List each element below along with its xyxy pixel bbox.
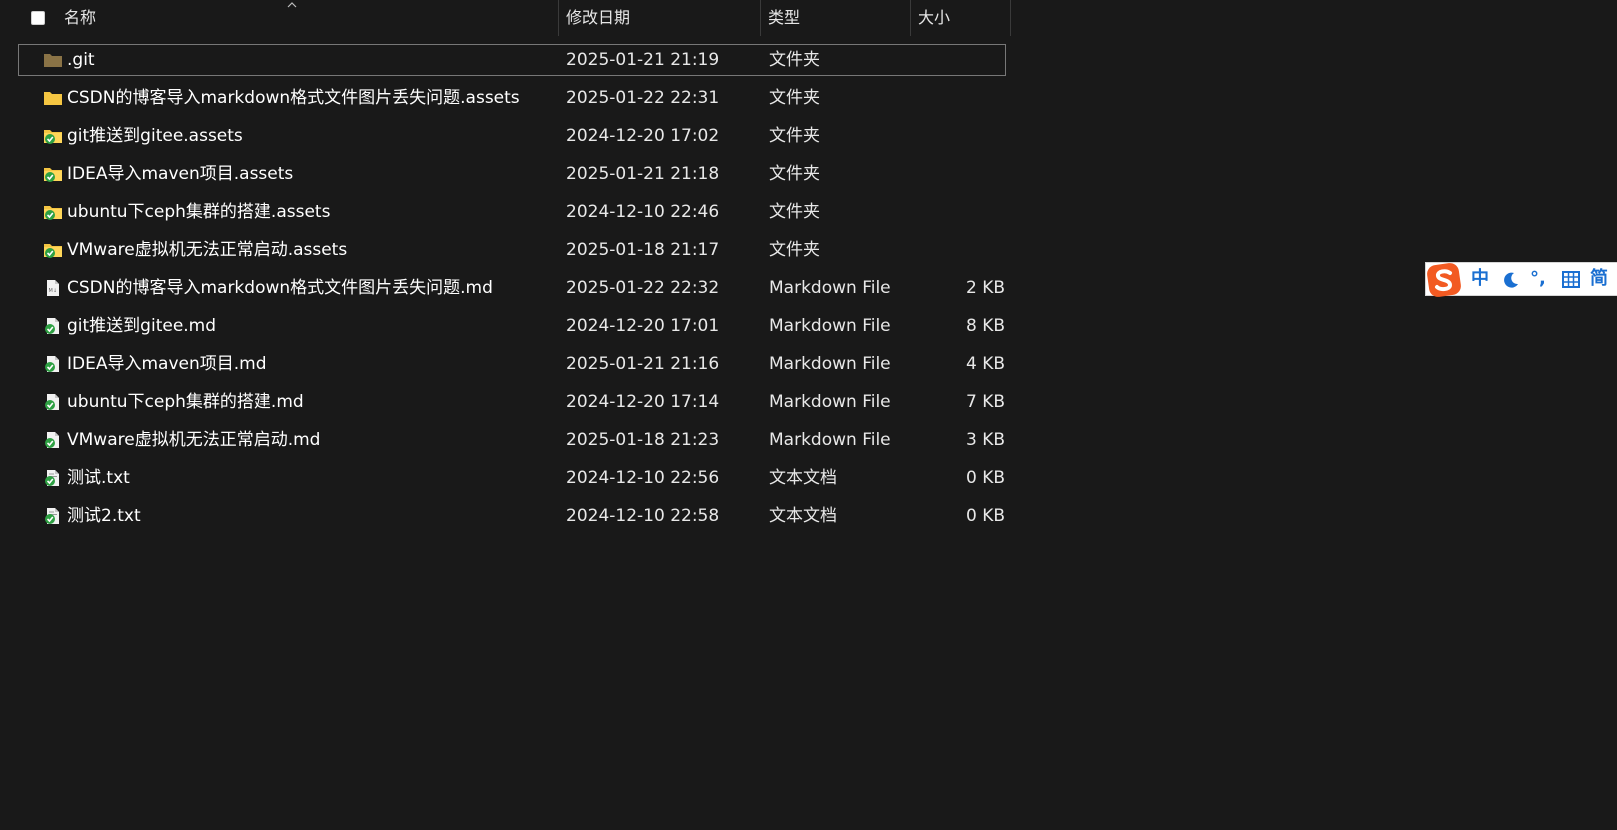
file-size (915, 235, 1005, 265)
folder-icon (44, 54, 62, 67)
file-size: 0 KB (965, 506, 1005, 526)
file-type: 文件夹 (769, 202, 820, 222)
file-date-modified: 2025-01-21 21:19 (566, 50, 720, 70)
text-file-synced-icon (45, 508, 59, 524)
folder-icon (44, 92, 62, 105)
column-divider[interactable] (910, 0, 911, 36)
file-row[interactable]: VMware虚拟机无法正常启动.assets 2025-01-18 21:17 文件… (18, 234, 1006, 266)
file-type: 文件夹 (769, 126, 820, 146)
folder-synced-icon (44, 244, 62, 258)
select-all-checkbox[interactable] (31, 11, 45, 25)
column-header-type[interactable]: 类型 (768, 0, 800, 36)
file-row[interactable]: M↓ CSDN的博客导入markdown格式文件图片丢失问题.md 2025-01-… (18, 272, 1006, 304)
file-type: 文件夹 (769, 88, 820, 108)
folder-synced-icon (44, 168, 62, 182)
file-size (915, 159, 1005, 189)
file-name: git推送到gitee.assets (67, 126, 243, 146)
file-name: CSDN的博客导入markdown格式文件图片丢失问题.assets (67, 88, 520, 108)
svg-text:M↓: M↓ (49, 288, 58, 294)
file-row[interactable]: VMware虚拟机无法正常启动.md 2025-01-18 21:23 Markdo… (18, 424, 1006, 456)
file-row[interactable]: ubuntu下ceph集群的搭建.assets 2024-12-10 22:46 文… (18, 196, 1006, 228)
file-name: 测试2.txt (67, 506, 141, 526)
markdown-file-synced-icon (45, 356, 59, 372)
keyboard-icon[interactable] (1562, 271, 1580, 288)
file-name: VMware虚拟机无法正常启动.md (67, 430, 321, 450)
ime-punctuation-mode[interactable]: °, (1530, 263, 1546, 295)
file-date-modified: 2024-12-20 17:01 (566, 316, 720, 336)
file-name: .git (67, 50, 95, 70)
ime-toolbar[interactable]: 中 °, 简 (1425, 262, 1617, 297)
file-type: 文件夹 (769, 50, 820, 70)
folder-synced-icon (44, 206, 62, 220)
file-row[interactable]: git推送到gitee.assets 2024-12-20 17:02 文件夹 (18, 120, 1006, 152)
file-type: Markdown File (769, 316, 891, 336)
file-date-modified: 2025-01-21 21:18 (566, 164, 720, 184)
file-name: VMware虚拟机无法正常启动.assets (67, 240, 348, 260)
file-date-modified: 2025-01-21 21:16 (566, 354, 720, 374)
markdown-file-synced-icon (45, 432, 59, 448)
column-header-name[interactable]: 名称 (64, 0, 96, 36)
file-date-modified: 2025-01-18 21:17 (566, 240, 720, 260)
file-type: Markdown File (769, 430, 891, 450)
file-type: 文件夹 (769, 240, 820, 260)
ime-chinese-mode[interactable]: 中 (1471, 263, 1489, 295)
file-date-modified: 2024-12-10 22:58 (566, 506, 720, 526)
file-name: git推送到gitee.md (67, 316, 217, 336)
file-size (915, 83, 1005, 113)
file-name: CSDN的博客导入markdown格式文件图片丢失问题.md (67, 278, 493, 298)
file-row[interactable]: ubuntu下ceph集群的搭建.md 2024-12-20 17:14 Markd… (18, 386, 1006, 418)
file-date-modified: 2024-12-10 22:56 (566, 468, 720, 488)
file-name: IDEA导入maven项目.md (67, 354, 267, 374)
file-type: 文件夹 (769, 164, 820, 184)
file-size (915, 121, 1005, 151)
file-name: 测试.txt (67, 468, 130, 488)
file-size: 7 KB (965, 392, 1005, 412)
file-row[interactable]: 测试.txt 2024-12-10 22:56 文本文档 0 KB (18, 462, 1006, 494)
markdown-file-icon: M↓ (47, 280, 59, 296)
column-header-bar: 名称 修改日期 类型 大小 (0, 0, 1011, 36)
file-type: 文本文档 (769, 506, 837, 526)
folder-synced-icon (44, 130, 62, 144)
column-divider[interactable] (760, 0, 761, 36)
file-row[interactable]: .git 2025-01-21 21:19 文件夹 (18, 44, 1006, 76)
file-date-modified: 2024-12-10 22:46 (566, 202, 720, 222)
file-date-modified: 2025-01-22 22:31 (566, 88, 720, 108)
sogou-logo-icon[interactable] (1424, 260, 1464, 300)
file-row[interactable]: CSDN的博客导入markdown格式文件图片丢失问题.assets 2025-0… (18, 82, 1006, 114)
file-type: 文本文档 (769, 468, 837, 488)
file-date-modified: 2025-01-18 21:23 (566, 430, 720, 450)
column-divider[interactable] (1010, 0, 1011, 36)
file-name: ubuntu下ceph集群的搭建.assets (67, 202, 331, 222)
file-row[interactable]: 测试2.txt 2024-12-10 22:58 文本文档 0 KB (18, 500, 1006, 532)
file-row[interactable]: IDEA导入maven项目.assets 2025-01-21 21:18 文件夹 (18, 158, 1006, 190)
file-type: Markdown File (769, 354, 891, 374)
ime-simplified-mode[interactable]: 简 (1590, 263, 1608, 295)
column-header-size[interactable]: 大小 (918, 0, 950, 36)
file-row[interactable]: IDEA导入maven项目.md 2025-01-21 21:16 Markdown… (18, 348, 1006, 380)
file-name: ubuntu下ceph集群的搭建.md (67, 392, 304, 412)
markdown-file-synced-icon (45, 318, 59, 334)
file-type: Markdown File (769, 392, 891, 412)
file-size: 2 KB (965, 278, 1005, 298)
file-explorer: 名称 修改日期 类型 大小 .git 2025-01-21 21:19 文件夹 CSD… (0, 0, 1617, 830)
file-size (915, 197, 1005, 227)
text-file-synced-icon (45, 470, 59, 486)
moon-icon[interactable] (1502, 271, 1520, 289)
file-size: 0 KB (965, 468, 1005, 488)
file-size: 3 KB (965, 430, 1005, 450)
file-date-modified: 2024-12-20 17:14 (566, 392, 720, 412)
file-name: IDEA导入maven项目.assets (67, 164, 294, 184)
sort-ascending-icon (287, 2, 297, 8)
markdown-file-synced-icon (45, 394, 59, 410)
column-divider[interactable] (558, 0, 559, 36)
file-type: Markdown File (769, 278, 891, 298)
file-size (915, 45, 1005, 75)
file-size: 4 KB (965, 354, 1005, 374)
file-size: 8 KB (965, 316, 1005, 336)
column-header-date[interactable]: 修改日期 (566, 0, 630, 36)
file-row[interactable]: git推送到gitee.md 2024-12-20 17:01 Markdown F… (18, 310, 1006, 342)
file-date-modified: 2024-12-20 17:02 (566, 126, 720, 146)
file-date-modified: 2025-01-22 22:32 (566, 278, 720, 298)
